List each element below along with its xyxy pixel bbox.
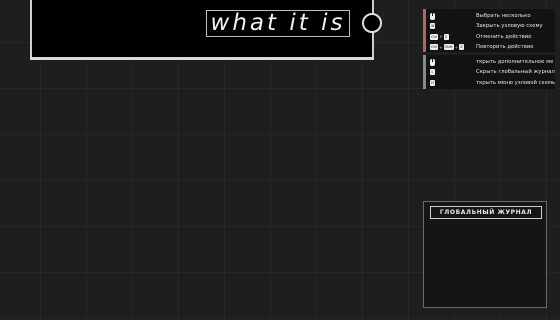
hint-row: H ткрыть меню узловой схемь xyxy=(426,78,555,88)
plus-sign: + xyxy=(439,44,443,50)
hint-row: Ctrl + Shift + Z Повторить действие xyxy=(426,42,555,52)
hint-label: Закрыть узловую схему xyxy=(476,23,543,30)
plus-sign: + xyxy=(454,44,458,50)
mouse-icon xyxy=(430,12,435,20)
mouse-icon xyxy=(430,58,435,66)
node-title: what it is xyxy=(210,10,346,36)
key-cap: Ctrl xyxy=(430,33,439,40)
hint-label: Выбрать несколько xyxy=(476,13,531,20)
hint-label: ткрыть дополнительное ме xyxy=(476,59,554,66)
key-cap: Shift xyxy=(443,44,454,51)
hint-row: Выбрать несколько xyxy=(426,11,555,21)
hint-row: W Закрыть узловую схему xyxy=(426,21,555,31)
key-cap: Z xyxy=(458,44,464,51)
hint-label: ткрыть меню узловой схемь xyxy=(476,79,555,86)
hint-label: Повторить действие xyxy=(476,44,534,51)
hint-row: ткрыть дополнительное ме xyxy=(426,57,555,67)
hint-label: Отменить действие xyxy=(476,33,532,40)
hotkey-hints-panel: Выбрать несколько W Закрыть узловую схем… xyxy=(423,9,555,52)
hotkey-hints-panel-secondary: ткрыть дополнительное ме L Скрыть глобал… xyxy=(423,55,555,89)
circle-connector-icon[interactable] xyxy=(362,13,382,33)
key-cap: Ctrl xyxy=(430,44,439,51)
node-bottom-edge xyxy=(30,57,374,60)
node-title-frame[interactable]: what it is xyxy=(206,10,350,37)
key-cap: L xyxy=(430,69,435,76)
global-journal-panel[interactable]: ГЛОБАЛЬНЫЙ ЖУРНАЛ xyxy=(423,201,547,308)
hint-row: L Скрыть глобальный журнал xyxy=(426,67,555,77)
journal-title: ГЛОБАЛЬНЫЙ ЖУРНАЛ xyxy=(430,206,542,219)
hint-label: Скрыть глобальный журнал xyxy=(476,69,555,76)
plus-sign: + xyxy=(439,34,443,40)
key-cap: Z xyxy=(443,33,449,40)
hint-row: Ctrl + Z Отменить действие xyxy=(426,32,555,42)
key-cap: W xyxy=(430,23,436,30)
key-cap: H xyxy=(430,79,435,86)
